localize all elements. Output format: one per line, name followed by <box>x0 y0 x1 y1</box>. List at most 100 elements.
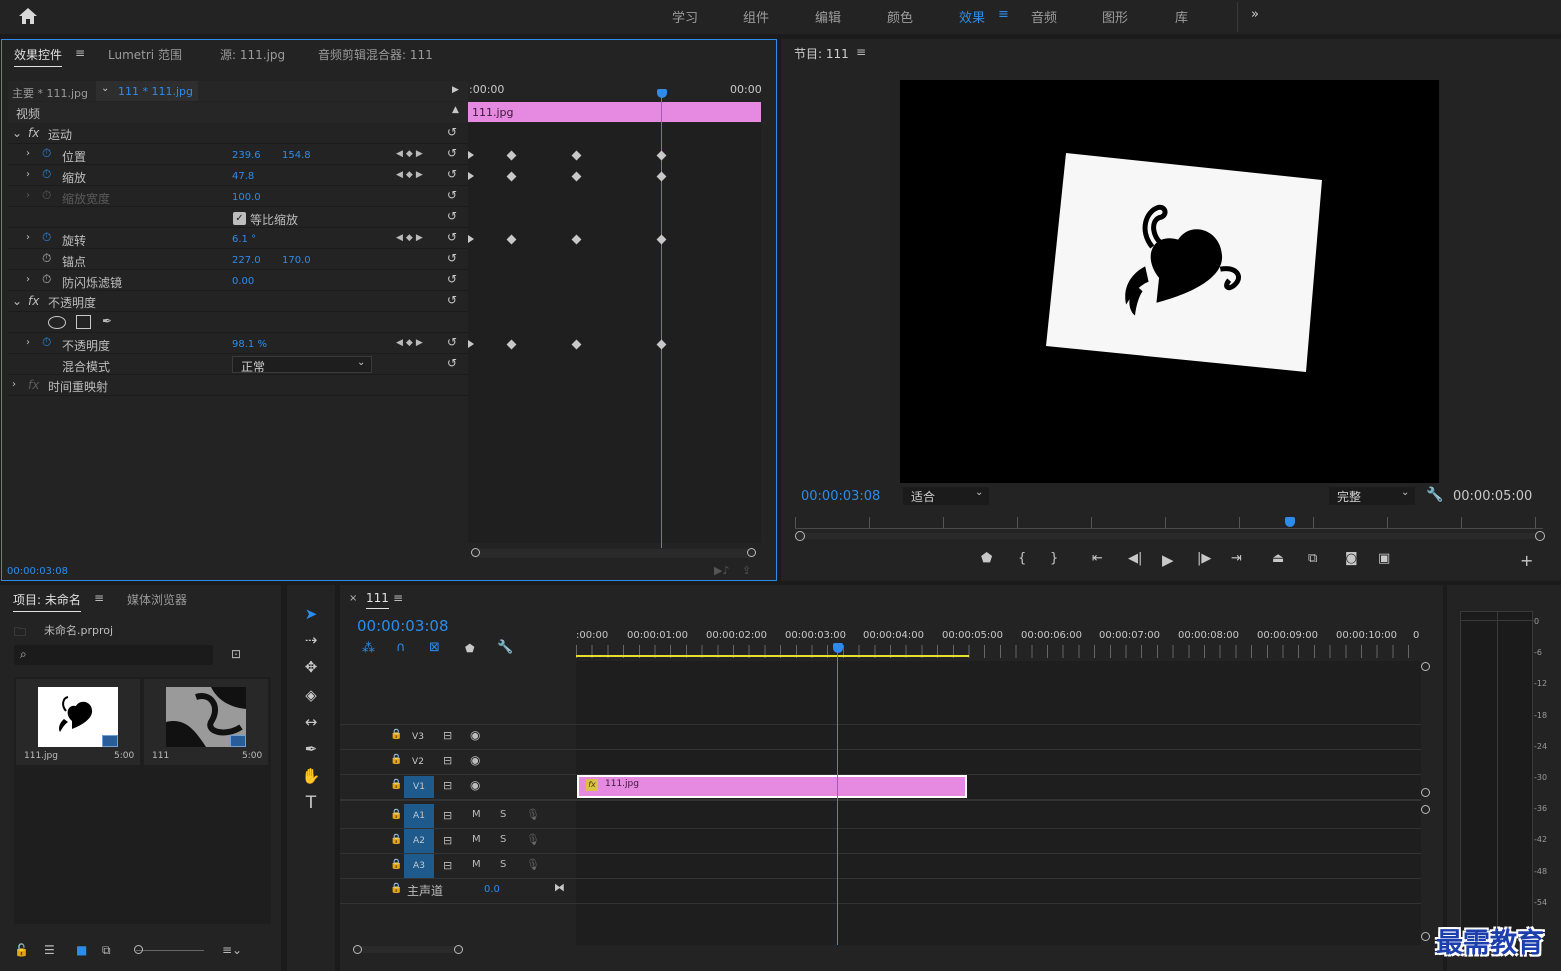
mute-button[interactable]: M <box>472 834 481 845</box>
lock-icon[interactable]: 🔓 <box>14 943 29 957</box>
mic-icon[interactable]: 🎙 <box>526 858 540 871</box>
scroll-up-icon[interactable]: ▲ <box>452 105 459 115</box>
opacity-value[interactable]: 98.1 % <box>232 339 267 350</box>
sync-icon[interactable]: ⊟ <box>443 809 452 822</box>
keyframe-nav[interactable]: ◀◆▶ <box>396 170 426 180</box>
sequence-menu-icon[interactable]: ≡ <box>393 591 403 605</box>
clip-bar[interactable]: 111.jpg <box>468 102 761 122</box>
mic-icon[interactable]: 🎙 <box>526 833 540 846</box>
program-playhead[interactable] <box>1285 517 1295 527</box>
type-tool-icon[interactable]: T <box>300 792 322 814</box>
keyframe-nav[interactable]: ◀◆▶ <box>396 149 426 159</box>
collapse-icon[interactable]: ⧓ <box>554 881 565 894</box>
workspace-effects[interactable]: 效果 <box>959 7 985 26</box>
zoom-slider-handle[interactable] <box>134 945 143 954</box>
solo-button[interactable]: S <box>500 859 506 870</box>
stopwatch-icon[interactable]: ⏱ <box>42 146 51 161</box>
fx-icon[interactable]: fx <box>28 294 39 308</box>
chevron-right-icon[interactable]: › <box>26 337 30 348</box>
master-volume[interactable]: 0.0 <box>484 884 500 895</box>
track-label-v3[interactable]: V3 <box>407 726 429 748</box>
icon-view-icon[interactable]: ■ <box>76 943 87 957</box>
more-workspaces-button[interactable]: » <box>1251 7 1259 22</box>
project-search-input[interactable]: ⌕ <box>14 645 213 665</box>
mute-button[interactable]: M <box>472 859 481 870</box>
chevron-right-icon[interactable]: › <box>12 379 16 390</box>
sync-icon[interactable]: ⊟ <box>443 729 452 742</box>
reset-icon[interactable]: ↺ <box>447 209 457 223</box>
step-back-icon[interactable]: ◀| <box>1128 551 1142 566</box>
reset-icon[interactable]: ↺ <box>447 230 457 244</box>
chevron-right-icon[interactable]: › <box>26 169 30 180</box>
blend-mode-select[interactable]: 正常 ⌄ <box>232 356 372 374</box>
selection-tool-icon[interactable]: ➤ <box>300 603 322 625</box>
workspace-learn[interactable]: 学习 <box>672 7 698 26</box>
program-timecode[interactable]: 00:00:03:08 <box>801 489 880 504</box>
work-area-bar[interactable] <box>576 655 969 657</box>
reset-icon[interactable]: ↺ <box>447 335 457 349</box>
comparison-view-icon[interactable]: ▣ <box>1378 551 1390 566</box>
project-menu-icon[interactable]: ≡ <box>94 591 104 605</box>
reset-icon[interactable]: ↺ <box>447 251 457 265</box>
keyframe-nav[interactable]: ◀◆▶ <box>396 338 426 348</box>
keyframe-zoom-scrollbar[interactable] <box>471 548 756 558</box>
zoom-slider[interactable] <box>136 950 204 951</box>
track-label-a1[interactable]: A1 <box>404 804 434 828</box>
sync-icon[interactable]: ⊟ <box>443 779 452 792</box>
chevron-right-icon[interactable]: › <box>26 232 30 243</box>
lock-icon[interactable]: 🔒 <box>390 883 402 894</box>
position-y-value[interactable]: 154.8 <box>282 150 311 161</box>
list-view-icon[interactable]: ☰ <box>44 943 55 957</box>
program-menu-icon[interactable]: ≡ <box>856 45 866 59</box>
sync-icon[interactable]: ⊟ <box>443 834 452 847</box>
fit-select[interactable]: 适合 ⌄ <box>903 487 989 505</box>
timeline-clip-111jpg[interactable]: fx 111.jpg <box>577 775 967 798</box>
lock-icon[interactable]: 🔒 <box>390 729 402 740</box>
track-label-v1[interactable]: V1 <box>404 776 434 798</box>
lock-icon[interactable]: 🔒 <box>390 859 402 870</box>
playhead-handle[interactable] <box>657 89 667 98</box>
reset-icon[interactable]: ↺ <box>447 146 457 160</box>
track-label-v2[interactable]: V2 <box>407 751 429 773</box>
ellipse-mask-icon[interactable] <box>48 316 66 329</box>
stopwatch-icon[interactable]: ⏱ <box>42 335 51 350</box>
solo-button[interactable]: S <box>500 834 506 845</box>
chevron-right-icon[interactable]: › <box>26 274 30 285</box>
solo-button[interactable]: S <box>500 809 506 820</box>
tab-source[interactable]: 源: 111.jpg <box>220 46 285 63</box>
chevron-down-icon[interactable]: ⌄ <box>12 294 22 308</box>
mute-button[interactable]: M <box>472 809 481 820</box>
freeform-view-icon[interactable]: ⧉ <box>102 943 111 958</box>
uniform-scale-checkbox[interactable]: ✓ <box>233 212 246 225</box>
wrench-icon[interactable]: 🔧 <box>1426 487 1443 503</box>
track-select-tool-icon[interactable]: ⇢ <box>300 629 322 651</box>
track-label-a3[interactable]: A3 <box>404 854 434 878</box>
timeline-playhead-handle[interactable] <box>833 643 843 653</box>
wrench-icon[interactable]: 🔧 <box>497 640 513 655</box>
workspace-libraries[interactable]: 库 <box>1175 7 1188 26</box>
workspace-editing[interactable]: 编辑 <box>815 7 841 26</box>
add-button-icon[interactable]: + <box>1520 551 1533 570</box>
master-clip-label[interactable]: 主要 * 111.jpg <box>12 85 88 101</box>
play-icon[interactable]: ▶ <box>1162 551 1174 569</box>
scale-value[interactable]: 47.8 <box>232 171 254 182</box>
stopwatch-icon[interactable]: ⏱ <box>42 167 51 182</box>
v-scroll-handle[interactable] <box>1421 805 1430 814</box>
program-ruler[interactable] <box>795 517 1543 529</box>
hand-tool-icon[interactable]: ✋ <box>300 765 322 787</box>
snap-icon[interactable]: ∩ <box>396 640 406 655</box>
h-scroll-handle[interactable] <box>353 945 362 954</box>
mark-out-icon[interactable]: } <box>1050 551 1058 566</box>
program-zoom-bar[interactable] <box>795 531 1545 541</box>
h-scrollbar[interactable] <box>353 945 463 954</box>
reset-icon[interactable]: ↺ <box>447 272 457 286</box>
new-bin-search-icon[interactable]: ⊡ <box>231 647 241 661</box>
sort-icon[interactable]: ≡⌄ <box>222 943 242 957</box>
scroll-handle-right[interactable] <box>747 548 756 557</box>
reset-icon[interactable]: ↺ <box>447 293 457 307</box>
anchor-y-value[interactable]: 170.0 <box>282 255 311 266</box>
slip-tool-icon[interactable]: ↔ <box>300 711 322 733</box>
play-triangle-icon[interactable]: ▶ <box>452 85 459 95</box>
effect-timecode[interactable]: 00:00:03:08 <box>7 566 68 577</box>
tab-project[interactable]: 项目: 未命名 <box>13 591 81 612</box>
